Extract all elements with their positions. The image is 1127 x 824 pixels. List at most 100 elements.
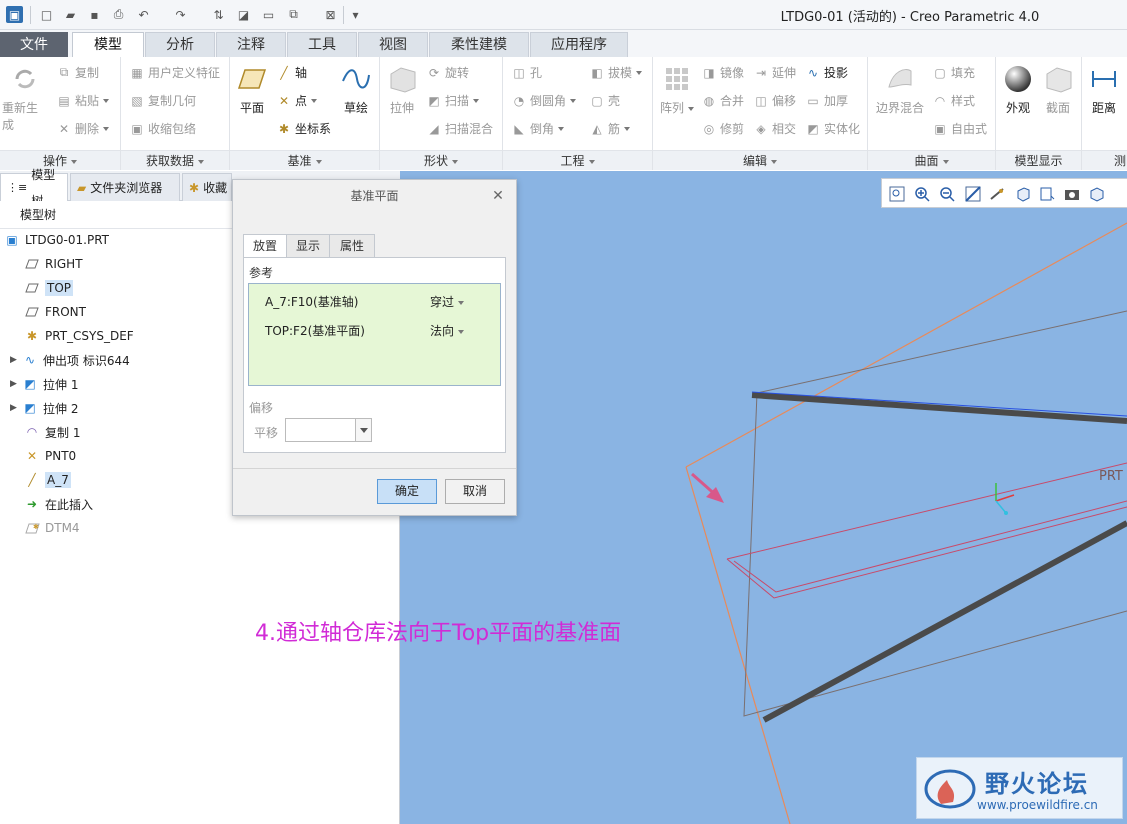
fill-button[interactable]: ▢ 填充 bbox=[932, 64, 975, 81]
extend-button[interactable]: ⇥ 延伸 bbox=[753, 64, 796, 81]
expand-arrow-icon[interactable]: ▶ bbox=[10, 379, 22, 389]
expand-arrow-icon[interactable]: ▶ bbox=[10, 403, 22, 413]
regenerate-icon[interactable]: ⇅ bbox=[210, 6, 227, 23]
constraint-dropdown[interactable]: 穿过 bbox=[430, 292, 464, 312]
tab-tools[interactable]: 工具 bbox=[287, 32, 357, 57]
windows-menu-icon[interactable]: ⧉ bbox=[285, 6, 302, 23]
measure-group-title[interactable]: 测 bbox=[1082, 150, 1127, 170]
customize-toolbar-icon[interactable]: ▾ bbox=[347, 6, 364, 23]
zoom-fit-icon[interactable] bbox=[888, 185, 906, 203]
hole-button[interactable]: ◫ 孔 bbox=[511, 64, 542, 81]
tab-properties[interactable]: 属性 bbox=[329, 234, 375, 258]
revolve-button[interactable]: ⟳ 旋转 bbox=[426, 64, 469, 81]
edit-group-menu[interactable]: 编辑 bbox=[653, 150, 867, 170]
ok-button[interactable]: 确定 bbox=[377, 479, 437, 504]
screenshot-camera-icon[interactable] bbox=[1063, 185, 1081, 203]
offset-button[interactable]: ◫ 偏移 bbox=[753, 92, 796, 109]
tab-placement[interactable]: 放置 bbox=[243, 234, 287, 259]
chamfer-button[interactable]: ◣ 倒角 bbox=[511, 120, 564, 137]
get-data-group-menu[interactable]: 获取数据 bbox=[121, 150, 229, 170]
project-button[interactable]: ∿ 投影 bbox=[805, 64, 848, 81]
csys-button[interactable]: ✱ 坐标系 bbox=[276, 120, 331, 137]
boundary-blend-button[interactable]: 边界混合 bbox=[872, 63, 928, 116]
copy-geometry-button[interactable]: ▧ 复制几何 bbox=[129, 92, 196, 109]
translation-input[interactable] bbox=[285, 418, 356, 442]
tab-display[interactable]: 显示 bbox=[286, 234, 330, 258]
style-button[interactable]: ◠ 样式 bbox=[932, 92, 975, 109]
trim-button[interactable]: ◎ 修剪 bbox=[701, 120, 744, 137]
tab-favorites[interactable]: ✱ 收藏 bbox=[182, 173, 232, 201]
tab-annotate[interactable]: 注释 bbox=[216, 32, 286, 57]
delete-button[interactable]: ✕ 删除 bbox=[56, 120, 109, 137]
paste-button[interactable]: ▤ 粘贴 bbox=[56, 92, 109, 109]
new-file-icon[interactable]: □ bbox=[38, 6, 55, 23]
plane-button[interactable]: 平面 bbox=[234, 63, 270, 116]
repaint-icon[interactable] bbox=[964, 185, 982, 203]
tree-item-extrude-1[interactable]: ▶ ◩ 拉伸 1 bbox=[10, 373, 78, 395]
tab-model-tree[interactable]: ⋮≡模型树 bbox=[0, 168, 68, 208]
engineering-group-menu[interactable]: 工程 bbox=[503, 150, 652, 170]
appearance-button[interactable]: 外观 bbox=[1000, 63, 1036, 116]
tree-item-protrusion[interactable]: ▶ ∿ 伸出项 标识644 bbox=[10, 349, 130, 371]
intersect-button[interactable]: ◈ 相交 bbox=[753, 120, 796, 137]
tab-applications[interactable]: 应用程序 bbox=[530, 32, 628, 57]
freestyle-button[interactable]: ▣ 自由式 bbox=[932, 120, 987, 137]
udf-button[interactable]: ▦ 用户定义特征 bbox=[129, 64, 220, 81]
switch-window-icon[interactable]: ▭ bbox=[260, 6, 277, 23]
window-icon[interactable]: ◪ bbox=[235, 6, 252, 23]
tree-item-insert-here[interactable]: ➜ 在此插入 bbox=[24, 493, 93, 515]
tree-item-copy-1[interactable]: ◠ 复制 1 bbox=[24, 421, 81, 443]
tree-item-extrude-2[interactable]: ▶ ◩ 拉伸 2 bbox=[10, 397, 78, 419]
copy-button[interactable]: ⧉ 复制 bbox=[56, 64, 99, 81]
mirror-button[interactable]: ◨ 镜像 bbox=[701, 64, 744, 81]
translation-dropdown-button[interactable] bbox=[356, 418, 372, 442]
merge-button[interactable]: ◍ 合并 bbox=[701, 92, 744, 109]
print-icon[interactable]: ⎙ bbox=[110, 6, 127, 23]
zoom-in-icon[interactable] bbox=[913, 185, 931, 203]
tree-item-front[interactable]: FRONT bbox=[24, 301, 86, 323]
reference-row[interactable]: TOP:F2(基准平面) 法向 bbox=[265, 321, 485, 341]
swept-blend-button[interactable]: ◢ 扫描混合 bbox=[426, 120, 493, 137]
thicken-button[interactable]: ▭ 加厚 bbox=[805, 92, 848, 109]
solidify-button[interactable]: ◩ 实体化 bbox=[805, 120, 860, 137]
tree-item-dtm4[interactable]: ✱ DTM4 bbox=[24, 517, 80, 539]
axis-button[interactable]: ╱ 轴 bbox=[276, 64, 307, 81]
tree-item-pnt0[interactable]: ✕ PNT0 bbox=[24, 445, 76, 467]
shape-group-menu[interactable]: 形状 bbox=[380, 150, 502, 170]
reference-row[interactable]: A_7:F10(基准轴) 穿过 bbox=[265, 292, 485, 312]
redo-icon[interactable]: ↷ bbox=[172, 6, 189, 23]
point-button[interactable]: ✕ 点 bbox=[276, 92, 317, 109]
pattern-button[interactable]: 阵列 bbox=[659, 63, 695, 116]
save-icon[interactable]: ▪ bbox=[86, 6, 103, 23]
distance-button[interactable]: 距离 bbox=[1086, 63, 1122, 116]
shell-button[interactable]: ▢ 壳 bbox=[589, 92, 620, 109]
cancel-button[interactable]: 取消 bbox=[445, 479, 505, 504]
undo-icon[interactable]: ↶ bbox=[135, 6, 152, 23]
tab-folder-browser[interactable]: ▰ 文件夹浏览器 bbox=[70, 173, 180, 201]
tab-file[interactable]: 文件 bbox=[0, 32, 68, 57]
tab-flexible-modeling[interactable]: 柔性建模 bbox=[429, 32, 529, 57]
surface-group-menu[interactable]: 曲面 bbox=[868, 150, 995, 170]
round-button[interactable]: ◔ 倒圆角 bbox=[511, 92, 576, 109]
shrinkwrap-button[interactable]: ▣ 收缩包络 bbox=[129, 120, 196, 137]
spin-center-icon[interactable] bbox=[988, 185, 1006, 203]
close-icon[interactable]: ✕ bbox=[490, 188, 506, 204]
open-folder-icon[interactable]: ▰ bbox=[62, 6, 79, 23]
constraint-dropdown[interactable]: 法向 bbox=[430, 321, 464, 341]
section-button[interactable]: 截面 bbox=[1040, 63, 1076, 116]
draft-button[interactable]: ◧ 拔模 bbox=[589, 64, 642, 81]
model-display-group-title[interactable]: 模型显示 bbox=[996, 150, 1081, 170]
close-window-icon[interactable]: ⊠ bbox=[322, 6, 339, 23]
tree-item-top[interactable]: TOP bbox=[24, 277, 74, 299]
tab-view[interactable]: 视图 bbox=[358, 32, 428, 57]
zoom-out-icon[interactable] bbox=[938, 185, 956, 203]
sweep-button[interactable]: ◩ 扫描 bbox=[426, 92, 479, 109]
named-views-icon[interactable] bbox=[1038, 185, 1056, 203]
tree-item-csys[interactable]: ✱ PRT_CSYS_DEF bbox=[24, 325, 134, 347]
regenerate-button[interactable]: 重新生成 bbox=[2, 63, 48, 133]
expand-arrow-icon[interactable]: ▶ bbox=[10, 355, 22, 365]
references-list[interactable]: A_7:F10(基准轴) 穿过 TOP:F2(基准平面) 法向 bbox=[248, 283, 501, 386]
tree-item-part[interactable]: ▣ LTDG0-01.PRT bbox=[4, 229, 109, 251]
display-style-icon[interactable] bbox=[1088, 185, 1106, 203]
tree-item-right[interactable]: RIGHT bbox=[24, 253, 83, 275]
